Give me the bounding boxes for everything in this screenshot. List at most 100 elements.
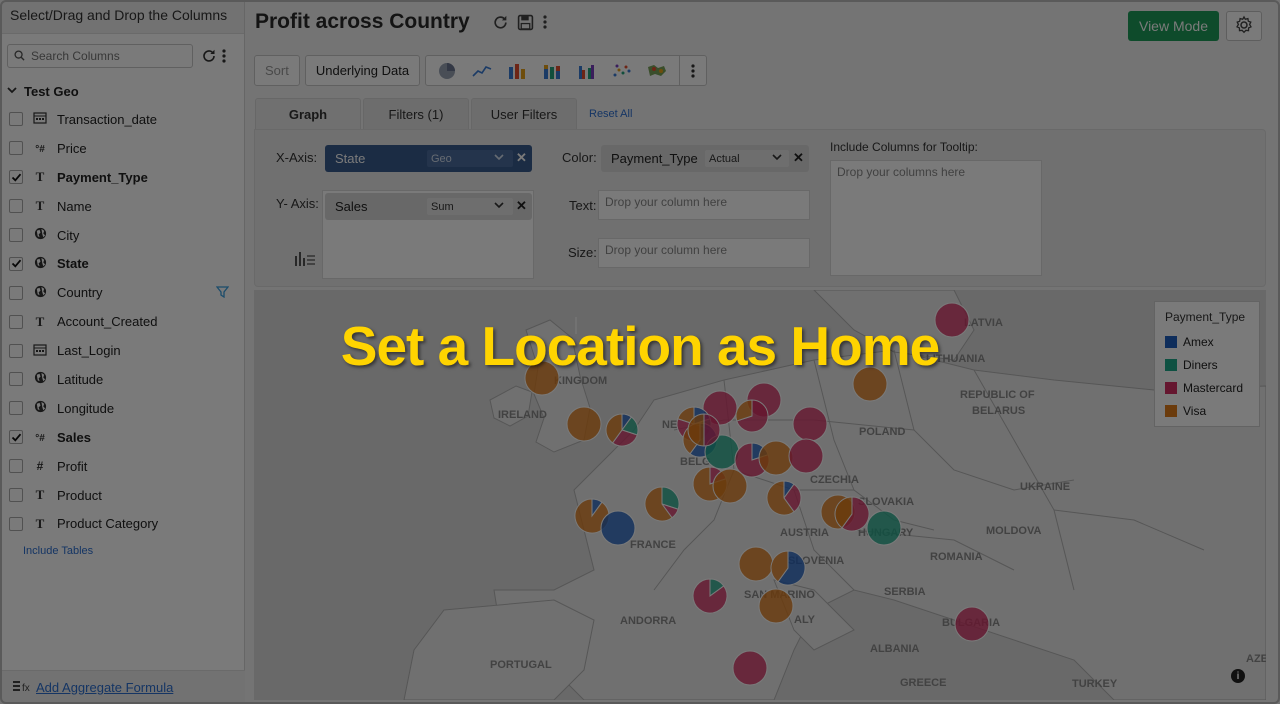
pie-marker[interactable] [866, 510, 902, 546]
filter-icon[interactable] [215, 286, 230, 301]
text-label: Text: [569, 198, 597, 213]
include-tables-link[interactable]: Include Tables [23, 545, 93, 557]
y-axis-field: Sales [335, 199, 368, 214]
table-group-header[interactable]: Test Geo [6, 84, 79, 99]
field-label: City [57, 227, 80, 243]
pie-marker[interactable] [732, 650, 768, 686]
pie-slice [600, 510, 636, 546]
text-icon: T [35, 487, 45, 503]
pie-marker[interactable] [834, 496, 870, 532]
pie-marker[interactable] [687, 413, 721, 447]
pie-marker[interactable] [712, 468, 748, 504]
divider [679, 55, 681, 86]
more-actions-icon[interactable] [542, 14, 548, 31]
reset-all-link[interactable]: Reset All [589, 108, 632, 120]
field-checkbox[interactable] [9, 256, 23, 271]
pie-marker[interactable] [738, 546, 774, 582]
grouped-bar-icon[interactable] [572, 59, 601, 83]
field-checkbox[interactable] [9, 401, 23, 416]
field-label: Product [57, 487, 102, 503]
tab-filters[interactable]: Filters (1) [363, 98, 469, 129]
pie-marker[interactable] [600, 510, 636, 546]
field-row[interactable]: °# Sales [0, 423, 245, 452]
pie-marker[interactable] [644, 486, 680, 522]
field-row[interactable]: Transaction_date [0, 105, 245, 134]
field-row[interactable]: T Payment_Type [0, 163, 245, 192]
field-row[interactable]: # Profit [0, 452, 245, 481]
field-checkbox[interactable] [9, 430, 23, 445]
pie-marker[interactable] [566, 406, 602, 442]
reload-icon[interactable] [492, 14, 509, 31]
pie-slice [566, 406, 602, 442]
more-chart-types-icon[interactable] [686, 59, 700, 83]
map-country-label: SERBIA [884, 586, 926, 598]
field-row[interactable]: City [0, 221, 245, 250]
pie-marker[interactable] [758, 440, 794, 476]
close-icon[interactable]: ✕ [516, 150, 527, 166]
color-pill[interactable]: Payment_Type Actual ✕ [601, 145, 809, 172]
field-row[interactable]: T Product [0, 481, 245, 510]
pie-marker[interactable] [735, 399, 769, 433]
stacked-bar-icon[interactable] [537, 59, 566, 83]
color-label: Color: [562, 150, 597, 165]
legend-item[interactable]: Visa [1165, 399, 1249, 422]
field-checkbox[interactable] [9, 199, 23, 214]
refresh-icon[interactable] [201, 48, 217, 64]
map-country-label: PORTUGAL [490, 659, 552, 671]
axis-settings-icon[interactable] [293, 250, 317, 271]
y-axis-pill[interactable]: Sales Sum ✕ [325, 193, 532, 220]
pie-marker[interactable] [692, 578, 728, 614]
field-row[interactable]: State [0, 249, 245, 278]
search-columns-box[interactable] [7, 44, 193, 68]
tab-graph[interactable]: Graph [255, 98, 361, 129]
close-icon[interactable]: ✕ [516, 198, 527, 214]
field-checkbox[interactable] [9, 516, 23, 531]
line-chart-icon[interactable] [467, 59, 496, 83]
info-icon[interactable]: i [1231, 669, 1245, 683]
text-icon: T [35, 198, 45, 214]
field-checkbox[interactable] [9, 459, 23, 474]
pie-marker[interactable] [605, 413, 639, 447]
sort-button[interactable]: Sort [254, 55, 300, 86]
more-options-icon[interactable] [221, 48, 227, 64]
field-row[interactable]: T Name [0, 192, 245, 221]
field-checkbox[interactable] [9, 112, 23, 127]
add-aggregate-formula-link[interactable]: Add Aggregate Formula [36, 680, 173, 695]
map-country-label: MOLDOVA [986, 525, 1041, 537]
underlying-data-button[interactable]: Underlying Data [304, 55, 421, 86]
config-tabs: Graph Filters (1) User Filters Reset All [255, 98, 632, 129]
view-mode-button[interactable]: View Mode [1128, 11, 1219, 41]
pie-marker[interactable] [758, 588, 794, 624]
pie-chart-icon[interactable] [432, 59, 461, 83]
legend-item[interactable]: Mastercard [1165, 376, 1249, 399]
tab-user-filters[interactable]: User Filters [471, 98, 577, 129]
field-checkbox[interactable] [9, 170, 23, 185]
pie-marker[interactable] [954, 606, 990, 642]
pie-marker[interactable] [792, 406, 828, 442]
bar-chart-icon[interactable] [502, 59, 531, 83]
map-chart-icon[interactable] [642, 59, 671, 83]
field-checkbox[interactable] [9, 488, 23, 503]
toolbar: Sort Underlying Data [254, 55, 708, 86]
field-label: Country [57, 285, 103, 301]
map-country-label: ALBANIA [870, 643, 920, 655]
text-drop-zone[interactable]: Drop your column here [598, 190, 810, 220]
field-row[interactable]: Longitude [0, 394, 245, 423]
pie-marker[interactable] [766, 480, 802, 516]
field-row[interactable]: Country [0, 278, 245, 307]
close-icon[interactable]: ✕ [793, 150, 804, 166]
field-checkbox[interactable] [9, 285, 23, 300]
field-checkbox[interactable] [9, 141, 23, 156]
field-row[interactable]: T Product Category [0, 509, 245, 538]
pie-marker[interactable] [770, 550, 806, 586]
size-drop-zone[interactable]: Drop your column here [598, 238, 810, 268]
save-icon[interactable] [517, 14, 534, 31]
field-row[interactable]: °# Price [0, 134, 245, 163]
pie-marker[interactable] [788, 438, 824, 474]
search-input[interactable] [31, 49, 181, 63]
settings-button[interactable] [1226, 11, 1262, 41]
tooltip-drop-zone[interactable]: Drop your columns here [830, 160, 1042, 276]
x-axis-pill[interactable]: State Geo ✕ [325, 145, 532, 172]
field-checkbox[interactable] [9, 228, 23, 242]
scatter-chart-icon[interactable] [607, 59, 636, 83]
